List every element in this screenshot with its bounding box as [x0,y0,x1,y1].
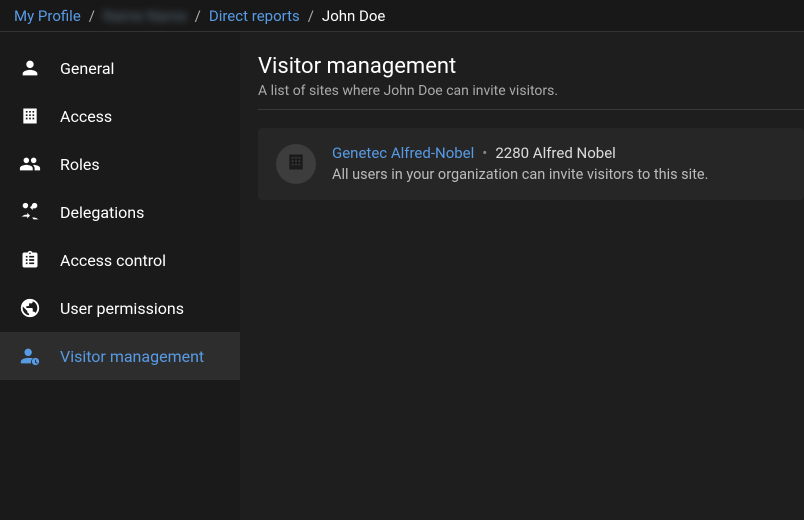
person-clock-icon [18,344,42,368]
breadcrumb: My Profile / Name Name / Direct reports … [0,0,804,32]
sidebar-item-label: User permissions [60,299,184,318]
sidebar-item-label: Access [60,107,112,126]
site-name[interactable]: Genetec Alfred-Nobel [332,144,474,162]
sidebar-item-label: Roles [60,155,100,174]
sidebar-item-roles[interactable]: Roles [0,140,240,188]
site-info: Genetec Alfred-Nobel • 2280 Alfred Nobel… [332,144,786,183]
page-title: Visitor management [258,54,804,79]
person-icon [18,56,42,80]
site-card: Genetec Alfred-Nobel • 2280 Alfred Nobel… [258,128,804,200]
sidebar-item-label: General [60,59,114,78]
site-description: All users in your organization can invit… [332,166,786,183]
breadcrumb-link-my-profile[interactable]: My Profile [14,7,81,25]
sidebar-item-visitor-management[interactable]: Visitor management [0,332,240,380]
building-icon [18,104,42,128]
swap-people-icon [18,200,42,224]
sidebar-item-label: Access control [60,251,166,270]
sidebar-item-label: Visitor management [60,347,204,366]
sidebar: General Access Roles Delegations Access [0,32,240,520]
layout: General Access Roles Delegations Access [0,32,804,520]
dot-separator: • [482,144,487,162]
breadcrumb-link-redacted[interactable]: Name Name [103,7,187,25]
breadcrumb-separator: / [195,7,201,25]
main-content: Visitor management A list of sites where… [240,32,804,520]
sidebar-item-general[interactable]: General [0,44,240,92]
sidebar-item-user-permissions[interactable]: User permissions [0,284,240,332]
breadcrumb-link-direct-reports[interactable]: Direct reports [209,7,300,25]
breadcrumb-separator: / [89,7,95,25]
page-subtitle: A list of sites where John Doe can invit… [258,83,804,110]
group-icon [18,152,42,176]
site-address: 2280 Alfred Nobel [495,144,615,162]
sidebar-item-label: Delegations [60,203,144,222]
breadcrumb-current: John Doe [322,7,385,25]
globe-icon [18,296,42,320]
sidebar-item-access[interactable]: Access [0,92,240,140]
site-icon-wrap [276,144,316,184]
building-icon [286,152,306,176]
sidebar-item-access-control[interactable]: Access control [0,236,240,284]
breadcrumb-separator: / [308,7,314,25]
site-header-row: Genetec Alfred-Nobel • 2280 Alfred Nobel [332,144,786,162]
sidebar-item-delegations[interactable]: Delegations [0,188,240,236]
clipboard-icon [18,248,42,272]
